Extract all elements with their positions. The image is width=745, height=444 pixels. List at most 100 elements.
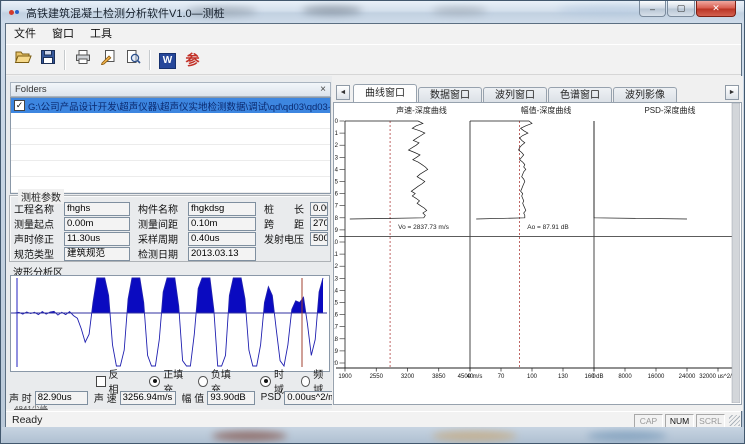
- domain-mode-radio[interactable]: [260, 376, 271, 387]
- svg-text:Ao = 87.91 dB: Ao = 87.91 dB: [527, 224, 568, 231]
- glass-smudge: [587, 431, 667, 441]
- parameter-field[interactable]: 0.00m: [310, 202, 328, 216]
- parameter-field[interactable]: fhgkdsg: [188, 202, 256, 216]
- svg-text:2550: 2550: [370, 374, 384, 380]
- parameter-row: 规范类型建筑规范检测日期2013.03.13: [14, 246, 328, 261]
- depth-curves-area: 01234567891011121314151617181920声速-深度曲线1…: [333, 102, 742, 405]
- print-button[interactable]: [70, 47, 95, 72]
- parameters-icon: 参: [186, 52, 200, 68]
- status-message: Ready: [12, 414, 42, 426]
- readout-field[interactable]: 93.90dB: [207, 391, 254, 405]
- print-preview-button[interactable]: [120, 47, 145, 72]
- readout-field[interactable]: 0.00us^2/m: [284, 391, 333, 405]
- tab-2[interactable]: 数据窗口: [418, 87, 482, 102]
- toolbar: W参: [6, 44, 741, 75]
- menu-item[interactable]: 工具: [82, 25, 120, 44]
- window-bottom-frame: [2, 427, 745, 444]
- window-controls: –▢✕: [638, 1, 736, 17]
- export-button[interactable]: [95, 47, 120, 72]
- minimize-button[interactable]: –: [639, 1, 666, 17]
- parameter-field[interactable]: 0.10m: [188, 217, 256, 231]
- parameter-field[interactable]: fhghs: [64, 202, 130, 216]
- parameter-label: 跨 距: [264, 216, 310, 231]
- list-empty-row: [11, 113, 330, 129]
- parameters-button[interactable]: 参: [180, 47, 205, 72]
- chart-panel: ◄ 曲线窗口数据窗口波列窗口色谱窗口波列影像 ► 012345678910111…: [332, 76, 743, 411]
- tab-1[interactable]: 曲线窗口: [353, 84, 417, 102]
- domain-mode-radio[interactable]: [301, 376, 311, 387]
- parameter-field[interactable]: 500V: [310, 232, 328, 246]
- tab-bar: 曲线窗口数据窗口波列窗口色谱窗口波列影像: [353, 83, 678, 102]
- open-file-button[interactable]: [10, 47, 35, 72]
- parameter-field[interactable]: 270mm: [310, 217, 328, 231]
- parameter-field[interactable]: 2013.03.13: [188, 247, 256, 261]
- svg-text:40: 40: [467, 374, 474, 380]
- parameter-field[interactable]: 11.30us: [64, 232, 130, 246]
- parameter-label: 声时修正: [14, 231, 64, 246]
- menu-item[interactable]: 窗口: [44, 25, 82, 44]
- status-indicator-cap: CAP: [634, 414, 663, 428]
- svg-text:17: 17: [334, 325, 339, 331]
- tab-5[interactable]: 波列影像: [613, 87, 677, 102]
- svg-text:100: 100: [527, 374, 538, 380]
- waveform-plot[interactable]: [10, 275, 330, 372]
- window-title: 高铁建筑混凝土检测分析软件V1.0—测桩: [26, 5, 225, 21]
- folder-item[interactable]: ✓G:\公司产品设计开发\超声仪器\超声仪实地检测数据\调试\qd\qd03\q…: [11, 98, 330, 113]
- invert-checkbox[interactable]: [96, 376, 106, 387]
- folders-close-button[interactable]: ×: [320, 85, 326, 95]
- fill-mode-radio[interactable]: [198, 376, 208, 387]
- fill-mode-radio[interactable]: [149, 376, 160, 387]
- resize-grip[interactable]: [729, 415, 740, 426]
- list-empty-row: [11, 145, 330, 161]
- print-icon: [74, 49, 92, 70]
- status-bar: Ready CAPNUMSCRL: [6, 411, 741, 427]
- glass-smudge: [432, 7, 487, 15]
- parameter-row: 工程名称fhghs构件名称fhgkdsg桩 长0.00m: [14, 201, 328, 216]
- parameter-label: 规范类型: [14, 246, 64, 261]
- folders-panel-title: Folders: [15, 84, 47, 95]
- glass-smudge: [432, 431, 517, 441]
- checkbox-icon[interactable]: ✓: [14, 100, 25, 111]
- save-button[interactable]: [35, 47, 60, 72]
- svg-text:11: 11: [334, 252, 339, 258]
- readout-field[interactable]: 82.90us: [35, 391, 88, 405]
- svg-text:声速-深度曲线: 声速-深度曲线: [396, 105, 447, 115]
- readout-label: 幅 值: [182, 390, 205, 405]
- readout-field[interactable]: 3256.94m/s: [120, 391, 176, 405]
- maximize-button[interactable]: ▢: [667, 1, 695, 17]
- svg-text:70: 70: [498, 374, 505, 380]
- tab-3[interactable]: 波列窗口: [483, 87, 547, 102]
- client-area: 文件窗口工具 W参 Folders × ✓G:\公司产品设计开发\超声仪器\超声…: [5, 23, 742, 427]
- svg-text:130: 130: [558, 374, 569, 380]
- status-indicator-scrl: SCRL: [696, 414, 725, 428]
- svg-text:19: 19: [334, 349, 339, 355]
- folders-list[interactable]: ✓G:\公司产品设计开发\超声仪器\超声仪实地检测数据\调试\qd\qd03\q…: [10, 97, 331, 194]
- parameter-field[interactable]: 建筑规范: [64, 247, 130, 261]
- svg-text:Vo = 2837.73 m/s: Vo = 2837.73 m/s: [398, 224, 450, 231]
- print-preview-icon: [125, 49, 141, 70]
- svg-text:16: 16: [334, 313, 339, 319]
- list-empty-row: [11, 129, 330, 145]
- close-button[interactable]: ✕: [696, 1, 736, 17]
- tab-4[interactable]: 色谱窗口: [548, 87, 612, 102]
- parameter-label: 采样周期: [138, 231, 188, 246]
- parameter-label: 检测日期: [138, 246, 188, 261]
- parameter-row: 声时修正11.30us采样周期0.40us发射电压500V: [14, 231, 328, 246]
- parameter-field[interactable]: 0.00m: [64, 217, 130, 231]
- parameter-row: 测量起点0.00m测量间距0.10m跨 距270mm: [14, 216, 328, 231]
- svg-text:14: 14: [334, 288, 339, 294]
- status-indicators: CAPNUMSCRL: [634, 414, 725, 428]
- tab-scroll-left-button[interactable]: ◄: [336, 85, 350, 100]
- readout-label: PSD: [261, 392, 282, 403]
- svg-text:16000: 16000: [648, 374, 665, 380]
- word-report-icon: W: [159, 50, 176, 69]
- svg-text:20: 20: [334, 361, 339, 367]
- tab-scroll-right-button[interactable]: ►: [725, 85, 739, 100]
- list-empty-row: [11, 161, 330, 177]
- parameter-field[interactable]: 0.40us: [188, 232, 256, 246]
- menu-item[interactable]: 文件: [6, 25, 44, 44]
- word-report-button[interactable]: W: [155, 47, 180, 72]
- readout-label: 声 速: [94, 390, 117, 405]
- folder-path: G:\公司产品设计开发\超声仪器\超声仪实地检测数据\调试\qd\qd03\qd…: [28, 99, 330, 113]
- parameter-label: 桩 长: [264, 201, 310, 216]
